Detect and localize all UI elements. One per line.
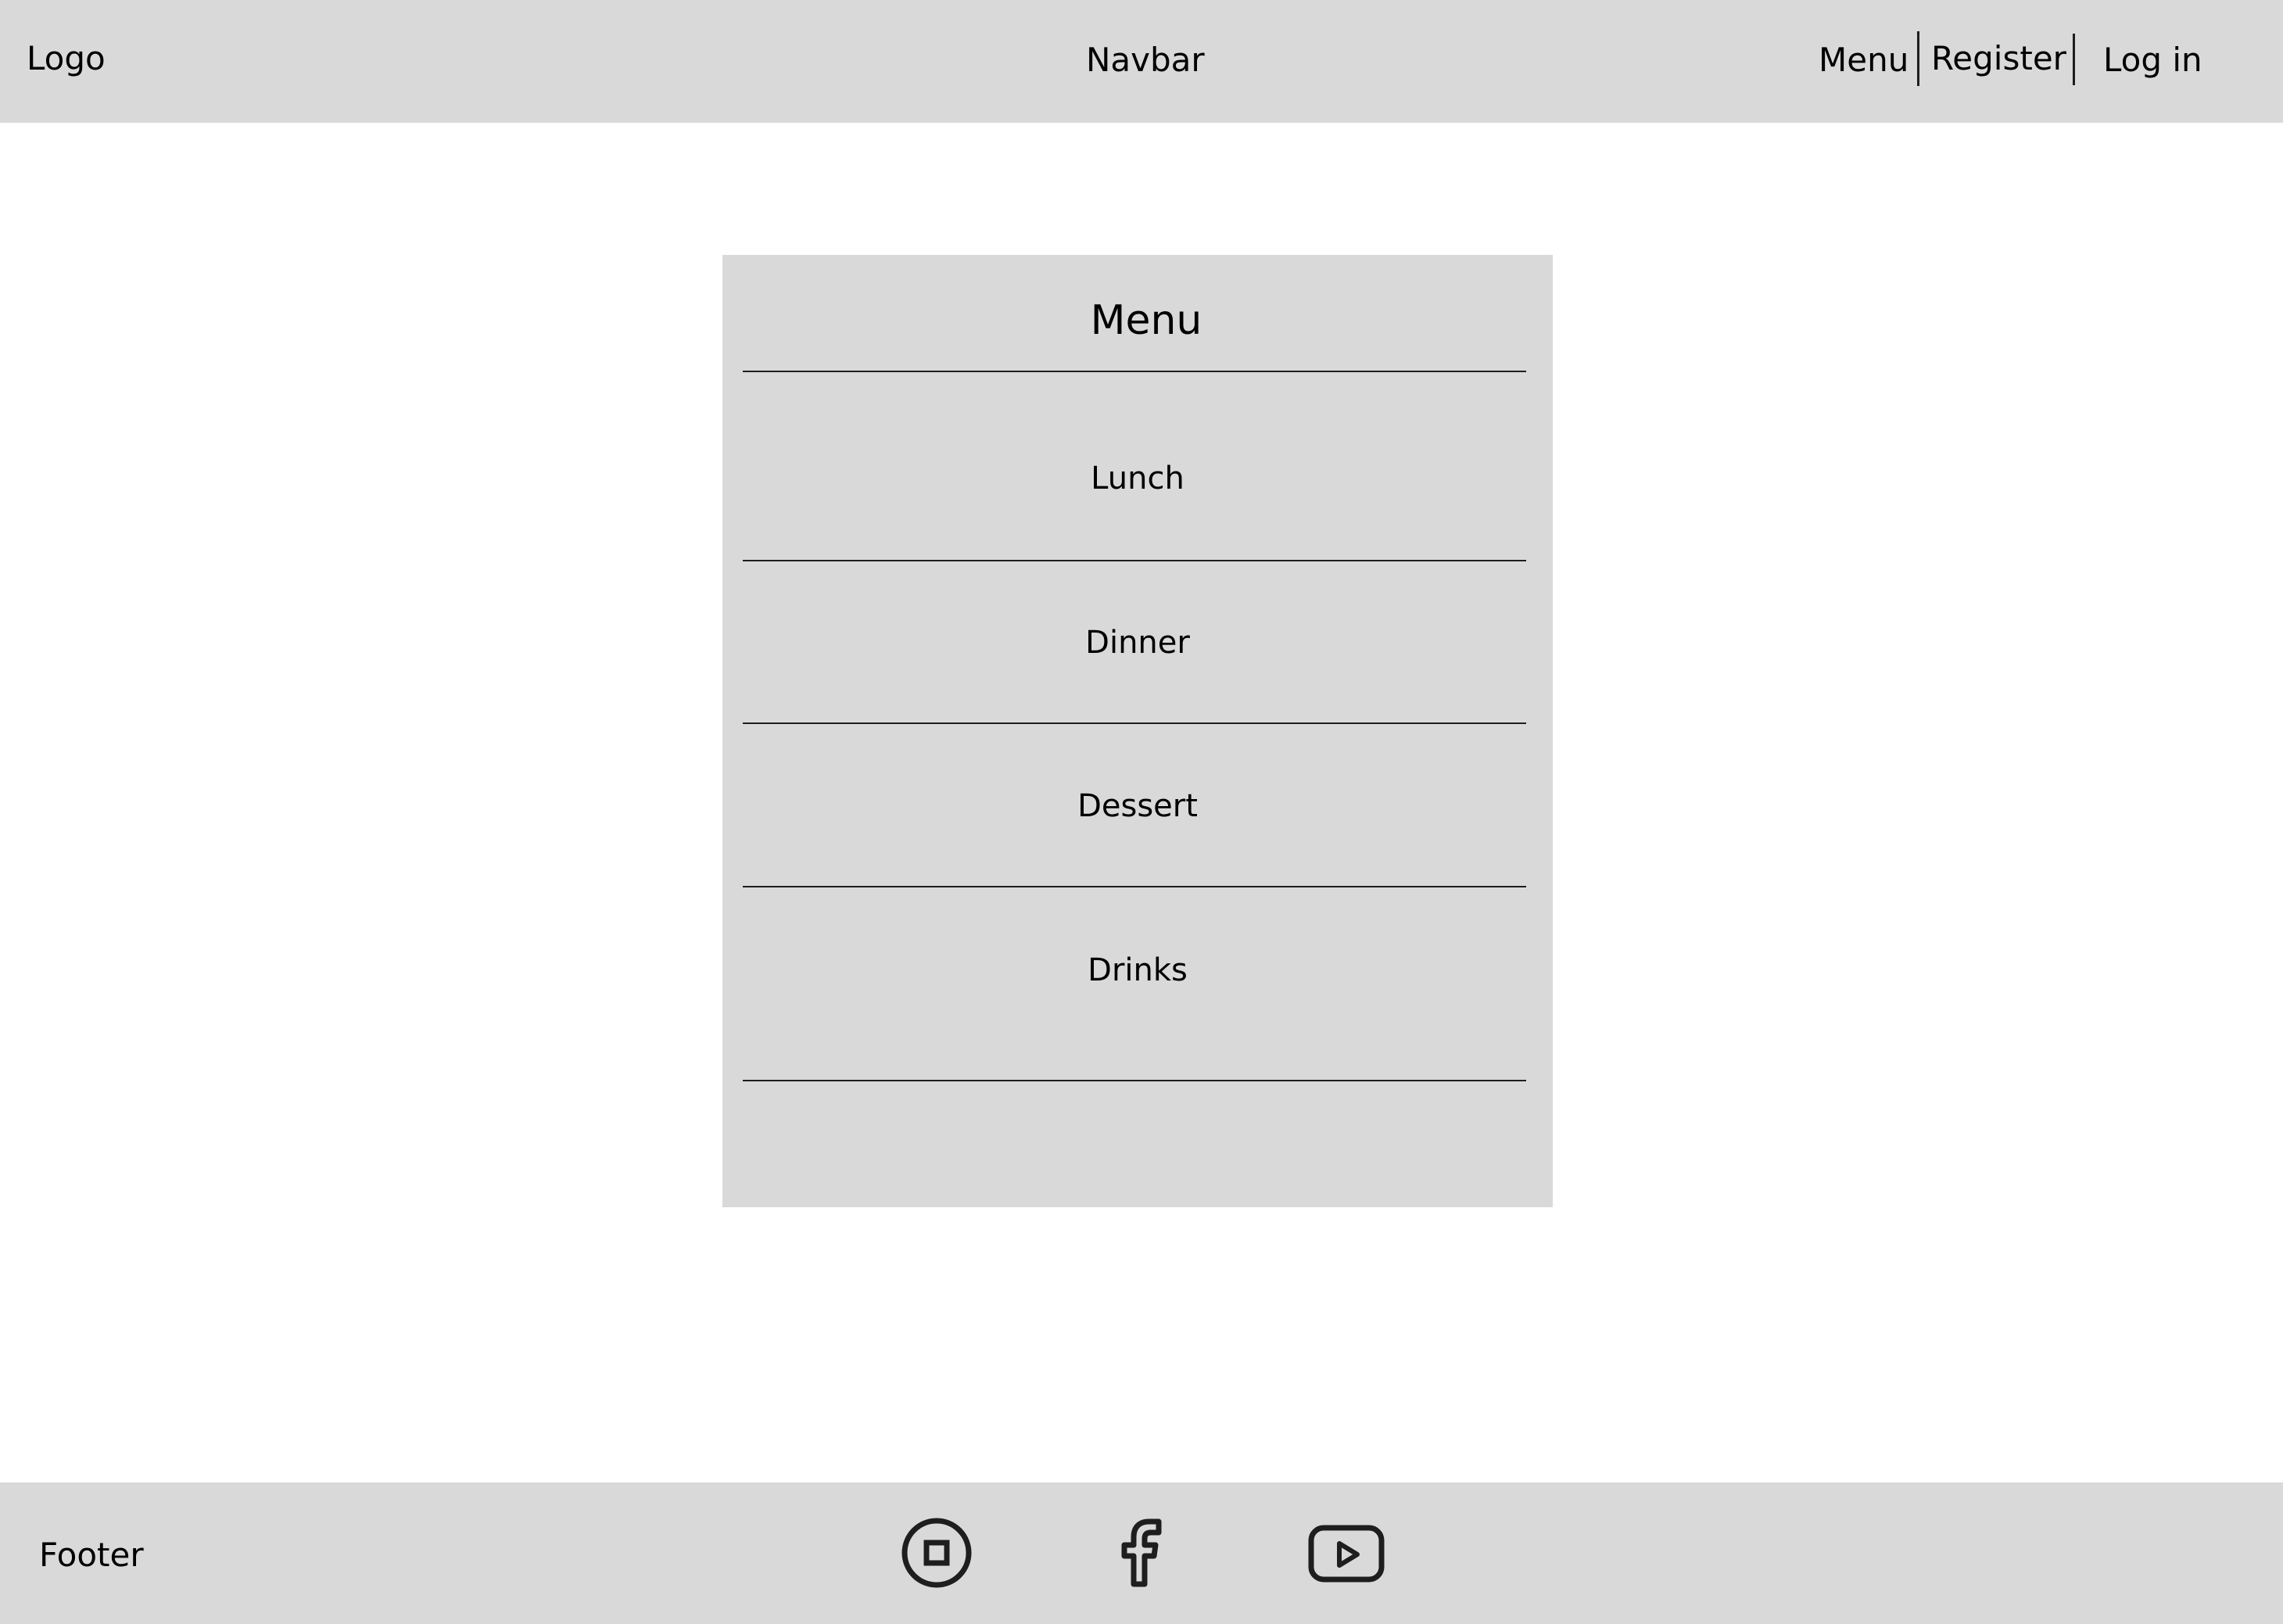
menu-item-dessert[interactable]: Dessert bbox=[722, 790, 1553, 822]
logo[interactable]: Logo bbox=[27, 42, 106, 75]
youtube-icon[interactable] bbox=[1307, 1523, 1385, 1586]
nav-divider bbox=[2073, 34, 2075, 85]
facebook-icon[interactable] bbox=[1118, 1517, 1167, 1589]
menu-item-drinks[interactable]: Drinks bbox=[722, 955, 1553, 986]
instagram-icon[interactable] bbox=[901, 1517, 973, 1589]
nav-link-login[interactable]: Log in bbox=[2103, 44, 2202, 77]
menu-divider bbox=[743, 722, 1526, 724]
menu-title: Menu bbox=[1090, 297, 1202, 344]
footer-label: Footer bbox=[39, 1536, 144, 1574]
menu-divider bbox=[743, 886, 1526, 887]
menu-item-lunch[interactable]: Lunch bbox=[722, 463, 1553, 494]
menu-divider bbox=[743, 1080, 1526, 1081]
menu-panel bbox=[722, 255, 1553, 1207]
nav-divider bbox=[1917, 31, 1919, 86]
menu-divider bbox=[743, 371, 1526, 372]
nav-link-register[interactable]: Register bbox=[1931, 42, 2066, 75]
menu-divider bbox=[743, 560, 1526, 561]
menu-item-dinner[interactable]: Dinner bbox=[722, 627, 1553, 658]
navbar-title: Navbar bbox=[1086, 41, 1205, 79]
nav-link-menu[interactable]: Menu bbox=[1819, 44, 1908, 77]
